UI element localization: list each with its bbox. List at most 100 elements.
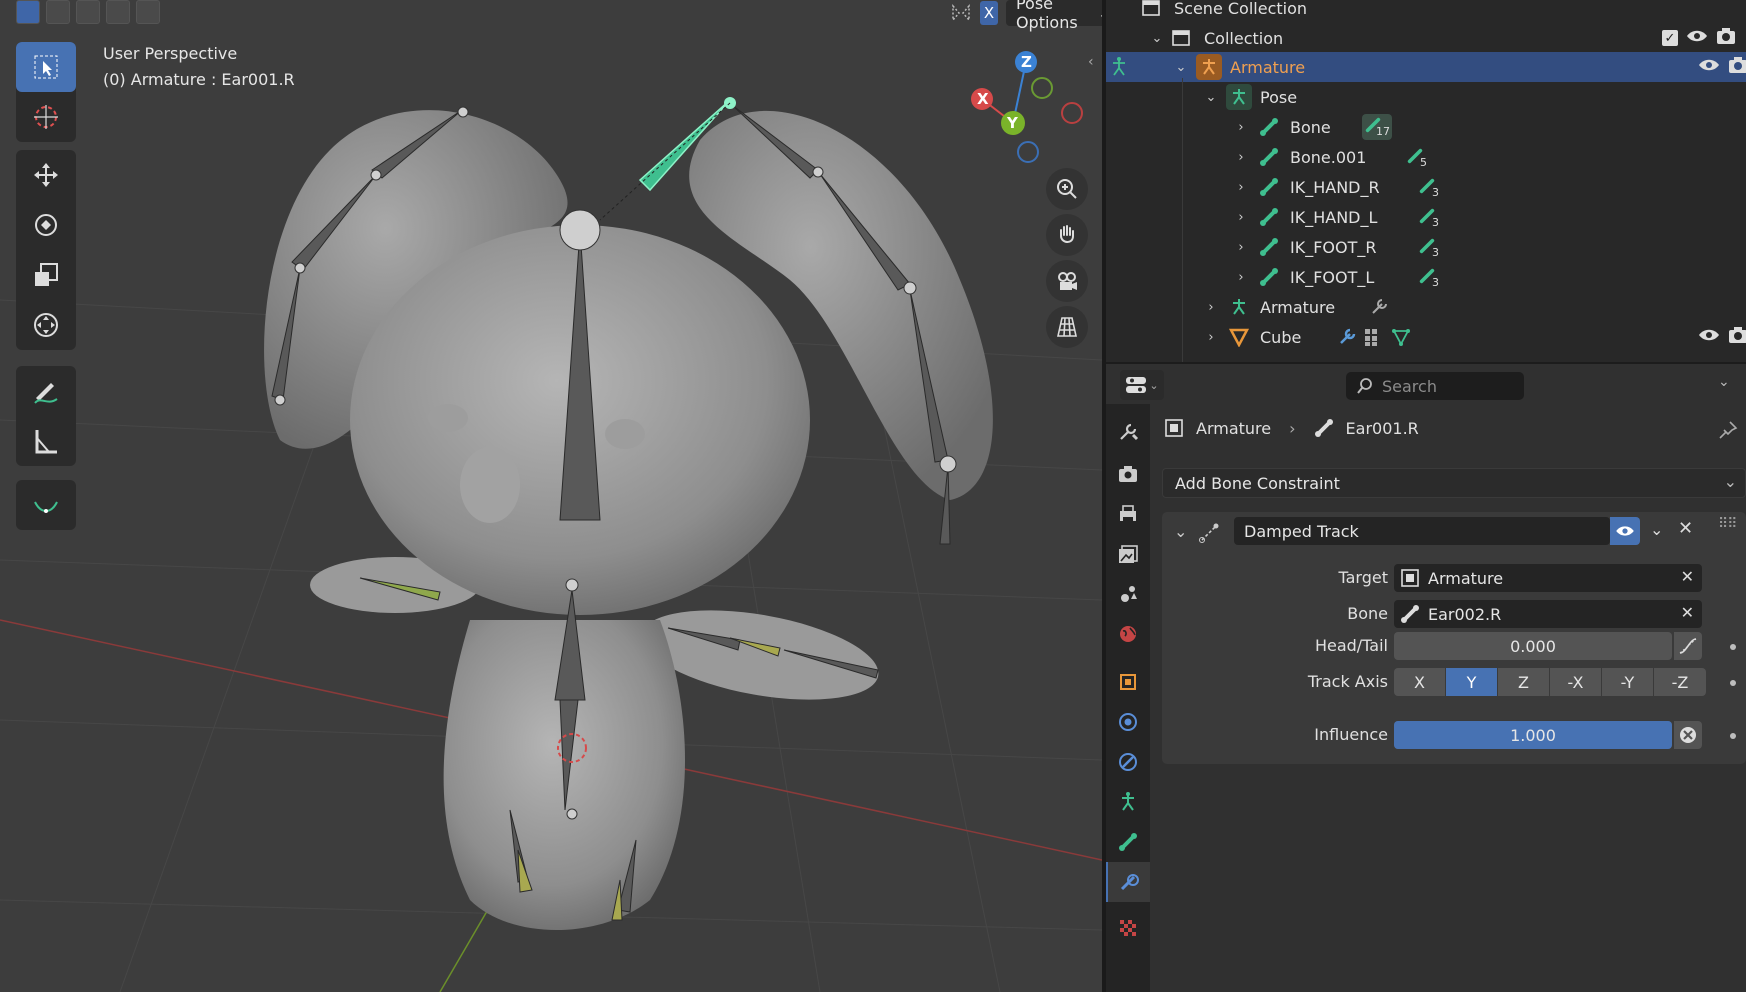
move-tool[interactable]: [16, 150, 76, 200]
cursor-tool[interactable]: [16, 92, 76, 142]
child-bones-badge[interactable]: 3: [1418, 205, 1444, 229]
track-axis-y[interactable]: Y: [1446, 668, 1498, 696]
outliner-row-ik-foot-l[interactable]: › IK_FOOT_L 3: [1106, 262, 1746, 292]
influence-slider[interactable]: 1.000: [1394, 721, 1672, 749]
select-mode-new[interactable]: [16, 0, 40, 24]
keyframe-dot-icon[interactable]: [1730, 680, 1736, 686]
bbone-toggle[interactable]: [1674, 632, 1702, 660]
disable-keep-transform-button[interactable]: [1674, 721, 1702, 749]
tab-output[interactable]: [1106, 494, 1150, 534]
modifier-wrench-icon[interactable]: [1368, 296, 1390, 318]
perspective-toggle-button[interactable]: [1046, 306, 1088, 348]
pin-icon[interactable]: [1718, 420, 1738, 444]
tab-texture[interactable]: [1106, 908, 1150, 948]
vertex-groups-icon[interactable]: [1362, 326, 1384, 348]
tab-scene[interactable]: [1106, 574, 1150, 614]
tab-render[interactable]: [1106, 454, 1150, 494]
tab-world[interactable]: [1106, 614, 1150, 654]
track-axis-z[interactable]: Z: [1498, 668, 1550, 696]
rotate-tool[interactable]: [16, 200, 76, 250]
chevron-right-icon[interactable]: ›: [1234, 210, 1248, 225]
select-box-tool[interactable]: [16, 42, 76, 92]
tab-bone[interactable]: [1106, 822, 1150, 862]
mirror-icon[interactable]: [950, 1, 972, 25]
tab-bone-constraints[interactable]: [1106, 862, 1150, 902]
head-tail-field[interactable]: 0.000: [1394, 632, 1672, 660]
chevron-right-icon[interactable]: ›: [1234, 270, 1248, 285]
child-bones-badge[interactable]: 17: [1362, 114, 1392, 140]
constraint-name-field[interactable]: Damped Track: [1234, 517, 1610, 545]
bone-field[interactable]: Ear002.R ✕: [1394, 600, 1702, 628]
outliner-row-ik-hand-r[interactable]: › IK_HAND_R 3: [1106, 172, 1746, 202]
track-axis-neg-z[interactable]: -Z: [1654, 668, 1706, 696]
chevron-right-icon[interactable]: ›: [1234, 180, 1248, 195]
annotate-tool[interactable]: [16, 366, 76, 416]
3d-viewport[interactable]: X Pose Options ⌄ User Perspective (0) Ar…: [0, 0, 1102, 992]
tab-view-layer[interactable]: [1106, 534, 1150, 574]
select-mode-extend[interactable]: [46, 0, 70, 24]
chevron-right-icon[interactable]: ›: [1234, 120, 1248, 135]
camera-render-icon[interactable]: [1728, 326, 1746, 348]
tab-tool[interactable]: [1106, 412, 1150, 452]
outliner-row-cube[interactable]: › Cube: [1106, 322, 1746, 352]
measure-tool[interactable]: [16, 416, 76, 466]
select-mode-subtract[interactable]: [76, 0, 100, 24]
constraint-enable-toggle[interactable]: [1610, 517, 1640, 545]
tab-object[interactable]: [1106, 662, 1150, 702]
track-axis-neg-x[interactable]: -X: [1550, 668, 1602, 696]
options-chevron-icon[interactable]: ⌄: [1718, 374, 1730, 390]
bone-envelope-tool[interactable]: [16, 480, 76, 530]
chevron-down-icon[interactable]: ⌄: [1150, 31, 1164, 46]
checkbox-icon[interactable]: ✓: [1662, 30, 1678, 46]
outliner-row-collection[interactable]: ⌄ Collection ✓: [1106, 23, 1746, 53]
editor-type-dropdown[interactable]: ⌄: [1120, 370, 1164, 400]
pan-button[interactable]: [1046, 214, 1088, 256]
outliner-row-bone[interactable]: › Bone 17: [1106, 112, 1746, 142]
select-mode-intersect[interactable]: [136, 0, 160, 24]
outliner-row-ik-hand-l[interactable]: › IK_HAND_L 3: [1106, 202, 1746, 232]
select-mode-invert[interactable]: [106, 0, 130, 24]
chevron-right-icon[interactable]: ›: [1234, 150, 1248, 165]
camera-render-icon[interactable]: [1728, 56, 1746, 78]
transform-tool[interactable]: [16, 300, 76, 350]
child-bones-badge[interactable]: 3: [1418, 235, 1444, 259]
eye-icon[interactable]: [1698, 57, 1720, 77]
outliner-row-ik-foot-r[interactable]: › IK_FOOT_R 3: [1106, 232, 1746, 262]
chevron-right-icon[interactable]: ›: [1204, 300, 1218, 315]
close-icon[interactable]: ✕: [1678, 518, 1693, 539]
tab-physics[interactable]: [1106, 702, 1150, 742]
tab-object-constraints[interactable]: [1106, 742, 1150, 782]
chevron-right-icon[interactable]: ›: [1204, 330, 1218, 345]
child-bones-badge[interactable]: 5: [1406, 145, 1432, 169]
chevron-down-icon[interactable]: ⌄: [1174, 522, 1187, 541]
constraint-menu-chevron-icon[interactable]: ⌄: [1650, 520, 1663, 539]
camera-render-icon[interactable]: [1716, 27, 1736, 49]
drag-handle-icon[interactable]: ⠿⠿: [1718, 516, 1737, 532]
eye-icon[interactable]: [1686, 28, 1708, 48]
navigation-gizmo[interactable]: Z X Y: [965, 48, 1085, 168]
outliner-row-armature-data[interactable]: › Armature: [1106, 292, 1746, 322]
child-bones-badge[interactable]: 3: [1418, 175, 1444, 199]
add-bone-constraint-dropdown[interactable]: Add Bone Constraint ⌄: [1162, 468, 1746, 498]
mesh-data-icon[interactable]: [1390, 326, 1412, 348]
keyframe-dot-icon[interactable]: [1730, 733, 1736, 739]
chevron-down-icon[interactable]: ⌄: [1174, 60, 1188, 75]
x-mirror-toggle[interactable]: X: [980, 1, 998, 25]
chevron-down-icon[interactable]: ⌄: [1204, 90, 1218, 105]
pose-options-dropdown[interactable]: Pose Options ⌄: [1005, 0, 1102, 32]
clear-target-icon[interactable]: ✕: [1681, 567, 1694, 586]
chevron-right-icon[interactable]: ›: [1234, 240, 1248, 255]
zoom-button[interactable]: [1046, 168, 1088, 210]
search-input[interactable]: Search: [1346, 372, 1524, 400]
clear-bone-icon[interactable]: ✕: [1681, 603, 1694, 622]
pose-mode-icon[interactable]: [1108, 56, 1130, 78]
child-bones-badge[interactable]: 3: [1418, 265, 1444, 289]
sidebar-toggle-icon[interactable]: ‹: [1088, 54, 1094, 70]
scale-tool[interactable]: [16, 250, 76, 300]
camera-view-button[interactable]: [1046, 260, 1088, 302]
track-axis-neg-y[interactable]: -Y: [1602, 668, 1654, 696]
outliner-row-scene-collection[interactable]: Scene Collection: [1106, 0, 1746, 23]
outliner-row-pose[interactable]: ⌄ Pose: [1106, 82, 1746, 112]
wrench-icon[interactable]: [1336, 326, 1358, 348]
track-axis-x[interactable]: X: [1394, 668, 1446, 696]
